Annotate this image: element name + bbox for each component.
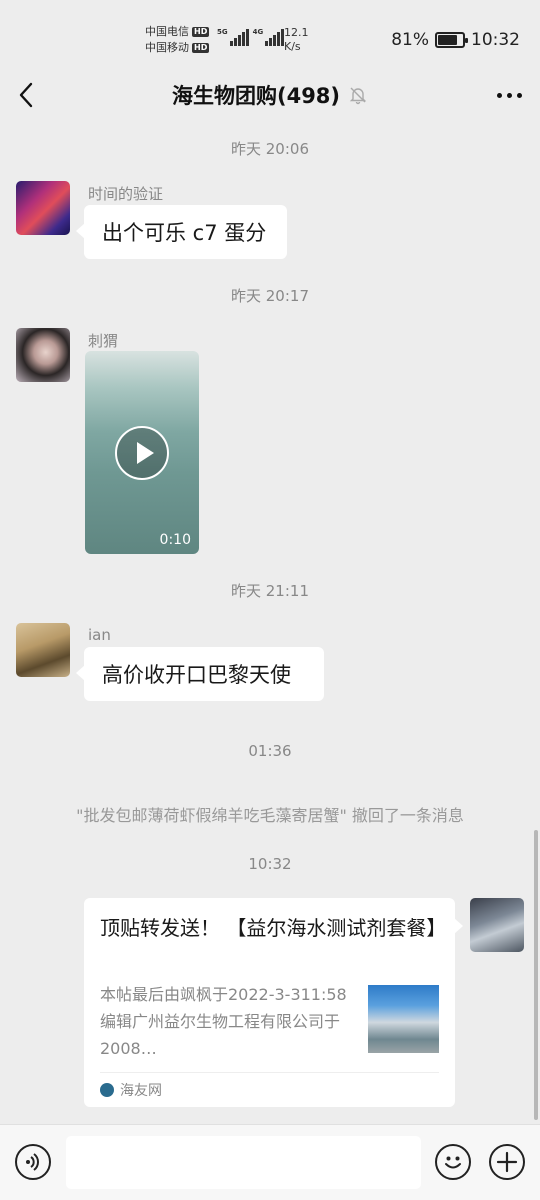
video-duration: 0:10 xyxy=(159,532,191,548)
recall-notice: "批发包邮薄荷虾假绵羊吃毛藻寄居蟹" 撤回了一条消息 xyxy=(76,806,464,825)
sender-name: 时间的验证 xyxy=(88,185,164,203)
avatar[interactable] xyxy=(16,328,70,382)
signal-4g-icon: 4G xyxy=(253,28,285,46)
voice-icon[interactable] xyxy=(15,1144,51,1180)
avatar[interactable] xyxy=(470,898,524,952)
timestamp: 昨天 20:17 xyxy=(231,287,309,305)
source-logo-icon xyxy=(100,1083,114,1097)
battery-percent: 81% xyxy=(391,30,429,50)
timestamp: 昨天 20:06 xyxy=(231,140,309,158)
carrier-info: 中国电信 HD 中国移动 HD xyxy=(145,24,210,56)
battery-status: 81% 10:32 xyxy=(391,30,520,50)
message-input[interactable] xyxy=(66,1136,421,1189)
timestamp: 昨天 21:11 xyxy=(231,582,309,600)
message-bubble[interactable]: 出个可乐 c7 蛋分 xyxy=(76,205,287,259)
sender-name: 刺猬 xyxy=(88,332,119,350)
play-icon[interactable] xyxy=(115,426,169,480)
timestamp: 10:32 xyxy=(248,855,292,873)
card-thumbnail xyxy=(368,985,439,1053)
video-message[interactable]: 0:10 xyxy=(85,351,199,554)
link-card[interactable]: 顶贴转发送！ 【益尔海水测试剂套餐】 本帖最后由飒枫于2022-3-311:58… xyxy=(84,898,463,1107)
signal-icons: 5G 4G xyxy=(217,28,285,46)
hd-badge: HD xyxy=(192,43,210,53)
emoji-icon[interactable] xyxy=(435,1144,471,1180)
card-title: 顶贴转发送！ 【益尔海水测试剂套餐】 xyxy=(100,916,447,940)
avatar[interactable] xyxy=(16,623,70,677)
signal-5g-icon: 5G xyxy=(217,28,249,46)
message-bubble[interactable]: 高价收开口巴黎天使 xyxy=(76,647,324,701)
clock: 10:32 xyxy=(471,30,520,50)
chat-header: 海生物团购(498) xyxy=(0,66,540,124)
carrier-2: 中国移动 xyxy=(145,41,189,54)
status-bar: 中国电信 HD 中国移动 HD 5G 4G 12.1 K/s 81% 10:32 xyxy=(0,0,540,66)
scrollbar[interactable] xyxy=(534,830,538,1120)
plus-icon[interactable] xyxy=(489,1144,525,1180)
card-description: 本帖最后由飒枫于2022-3-311:58编辑广州益尔生物工程有限公司于2008… xyxy=(100,985,347,1058)
sender-name: ian xyxy=(88,626,111,644)
divider xyxy=(100,1072,439,1073)
card-source: 海友网 xyxy=(100,1080,162,1100)
network-speed: 12.1 K/s xyxy=(284,26,309,53)
more-horizontal-icon[interactable] xyxy=(492,80,526,110)
message-text: 出个可乐 c7 蛋分 xyxy=(102,221,267,245)
message-text: 高价收开口巴黎天使 xyxy=(102,663,291,687)
input-bar xyxy=(0,1124,540,1200)
battery-icon xyxy=(435,32,468,48)
avatar[interactable] xyxy=(16,181,70,235)
carrier-1: 中国电信 xyxy=(145,25,189,38)
source-name: 海友网 xyxy=(120,1083,162,1099)
hd-badge: HD xyxy=(192,27,210,37)
chat-title: 海生物团购(498) xyxy=(171,84,341,108)
bell-off-icon xyxy=(348,85,368,105)
timestamp: 01:36 xyxy=(248,742,292,760)
